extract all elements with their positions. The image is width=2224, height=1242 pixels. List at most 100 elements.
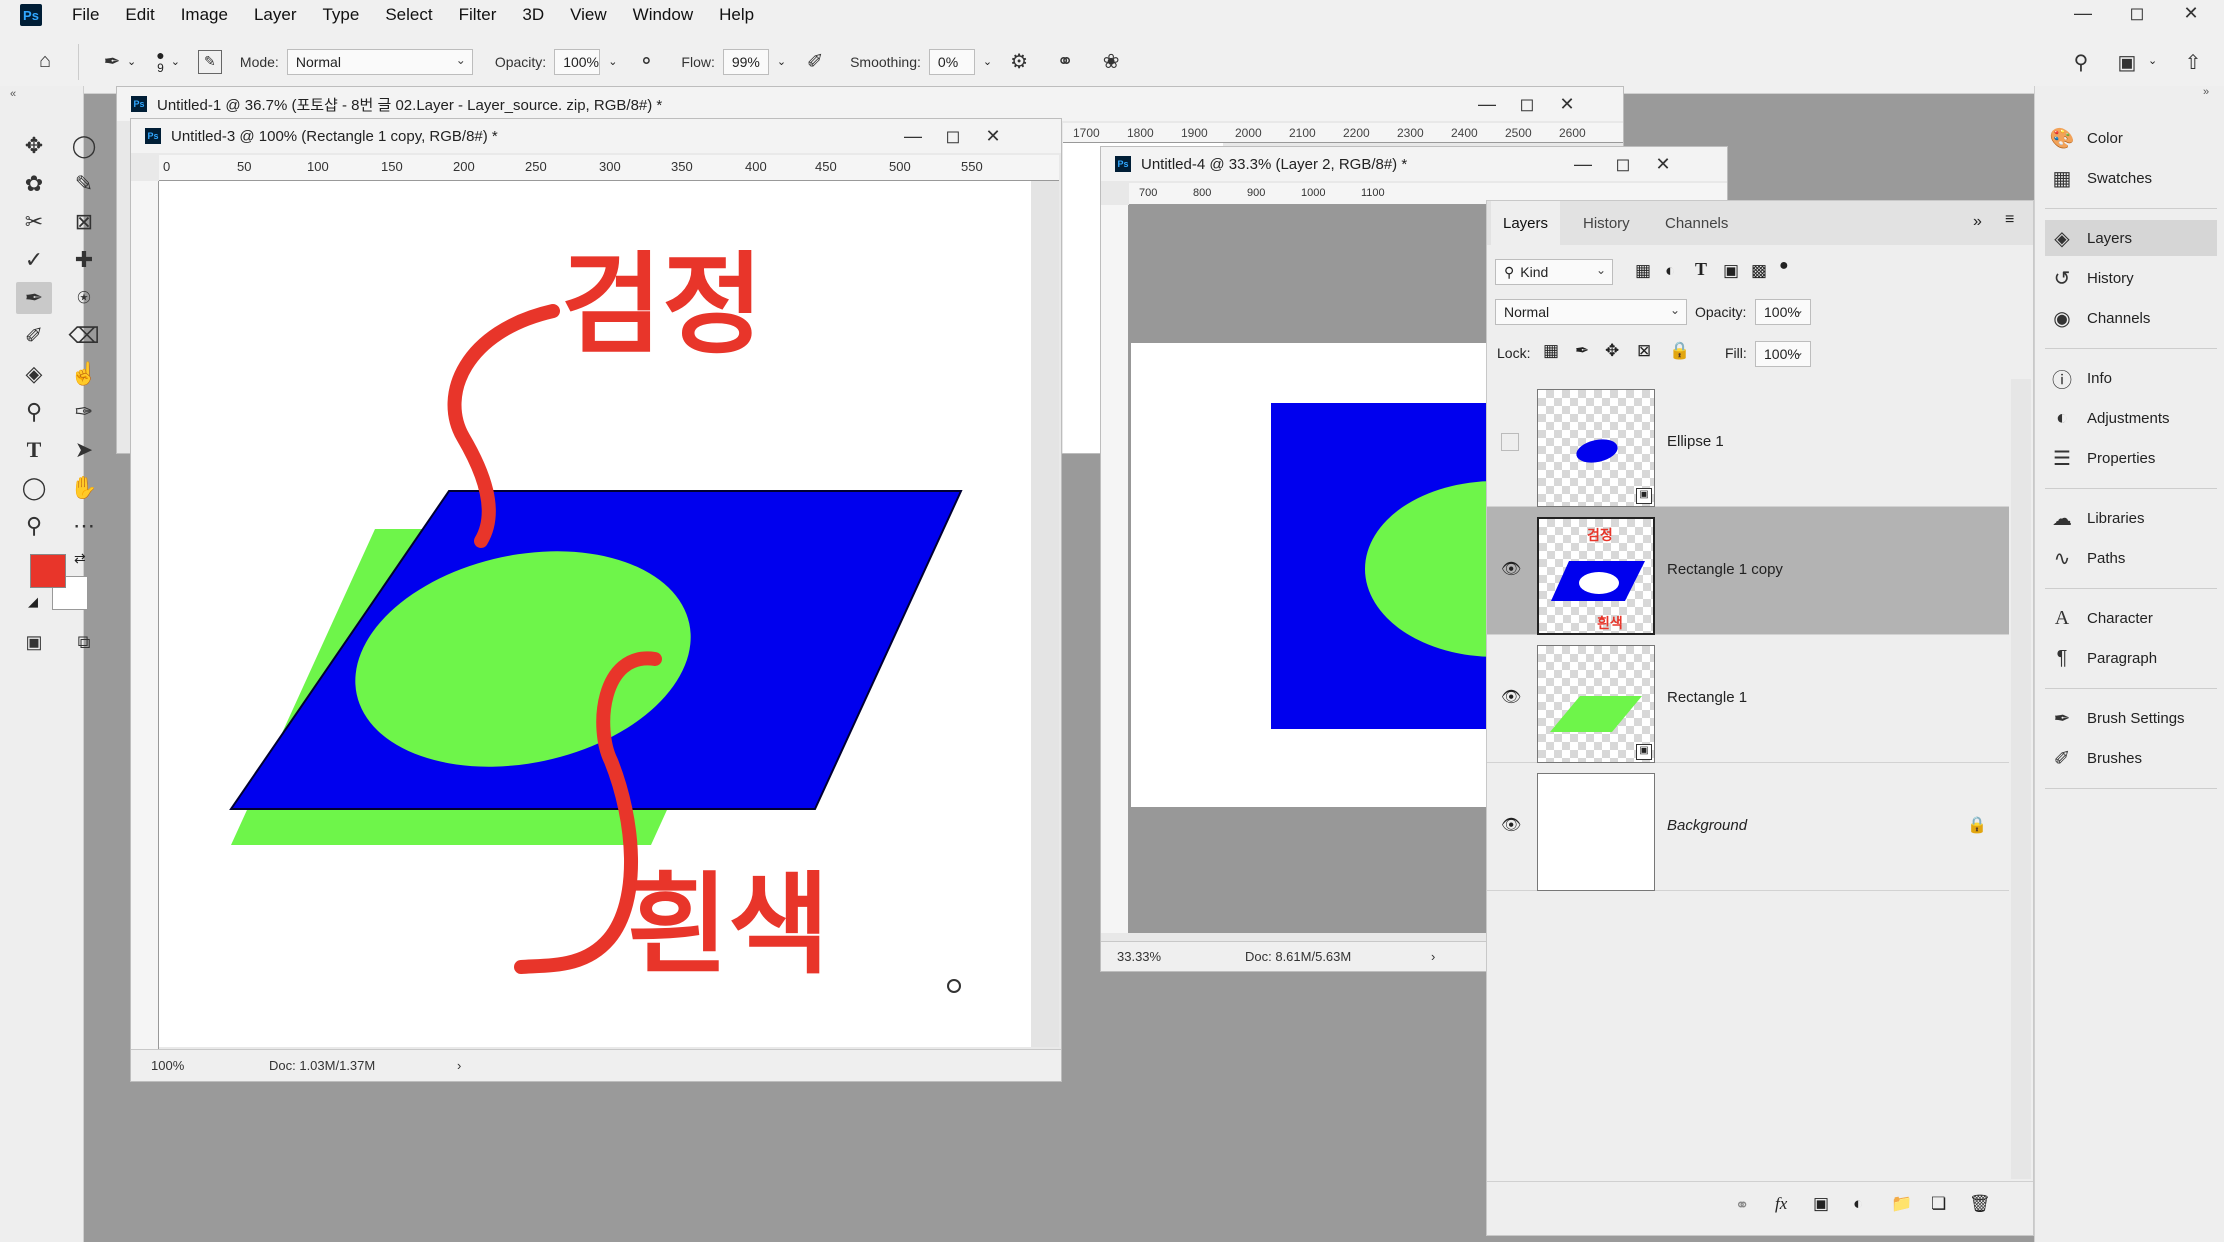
- type-filter-icon[interactable]: T: [1695, 259, 1707, 280]
- home-icon[interactable]: ⌂: [30, 47, 60, 77]
- layer-name[interactable]: Rectangle 1 copy: [1667, 561, 1783, 578]
- airbrush-icon[interactable]: ✐: [800, 47, 830, 77]
- screen-mode-icon[interactable]: ⧉: [66, 626, 102, 658]
- menu-filter[interactable]: Filter: [459, 5, 497, 25]
- stamp-tool-icon[interactable]: ⍟: [66, 282, 102, 314]
- minimize-icon[interactable]: —: [1467, 87, 1507, 121]
- layer-filter-select[interactable]: ⚲ Kind ⌄: [1495, 259, 1613, 285]
- dock-character[interactable]: A Character: [2045, 600, 2217, 636]
- menu-window[interactable]: Window: [633, 5, 693, 25]
- tab-channels[interactable]: Channels: [1653, 201, 1740, 245]
- panel-menu-icon[interactable]: ≡: [2005, 211, 2014, 229]
- fill-input[interactable]: 100% ⌄: [1755, 341, 1811, 367]
- dropdown-chevron-icon[interactable]: ⌄: [171, 55, 180, 68]
- collapse-panel-icon[interactable]: «: [10, 88, 16, 100]
- maximize-icon[interactable]: ◻: [933, 119, 973, 153]
- layer-name[interactable]: Background: [1667, 817, 1747, 834]
- quick-mask-icon[interactable]: ▣: [16, 626, 52, 658]
- dock-adjustments[interactable]: ◐ Adjustments: [2045, 400, 2217, 436]
- close-icon[interactable]: ✕: [973, 119, 1013, 153]
- dropdown-chevron-icon[interactable]: ⌄: [127, 55, 136, 68]
- lock-pixels-icon[interactable]: ✒: [1575, 341, 1589, 361]
- layer-row-rectangle-1[interactable]: 👁 ▣ Rectangle 1: [1487, 635, 2009, 763]
- pressure-opacity-icon[interactable]: ⚬: [631, 47, 661, 77]
- mode-select[interactable]: Normal ⌄: [286, 48, 473, 75]
- menu-image[interactable]: Image: [181, 5, 228, 25]
- dock-libraries[interactable]: ☁ Libraries: [2045, 500, 2217, 536]
- move-tool-icon[interactable]: ✥: [16, 130, 52, 162]
- pen-tool-icon[interactable]: ✑: [66, 396, 102, 428]
- dropdown-chevron-icon[interactable]: ⌄: [608, 55, 617, 68]
- layer-row-rectangle-1-copy[interactable]: 👁 검정 흰색 Rectangle 1 copy: [1487, 507, 2009, 635]
- collapse-dock-icon[interactable]: »: [2203, 86, 2209, 98]
- adjustment-layer-icon[interactable]: ◐: [1853, 1194, 1863, 1214]
- lock-all-icon[interactable]: 🔒: [1669, 341, 1690, 361]
- minimize-icon[interactable]: —: [893, 119, 933, 153]
- new-group-folder-icon[interactable]: 📁: [1891, 1194, 1912, 1214]
- symmetry-butterfly-icon[interactable]: ❀: [1096, 47, 1126, 77]
- maximize-icon[interactable]: ◻: [1603, 147, 1643, 181]
- chevron-right-icon[interactable]: ›: [1431, 949, 1435, 964]
- eye-icon[interactable]: 👁: [1501, 687, 1521, 707]
- layer-opacity-input[interactable]: 100% ⌄: [1755, 299, 1811, 325]
- fx-icon[interactable]: fx: [1775, 1194, 1787, 1214]
- dock-properties[interactable]: ☰ Properties: [2045, 440, 2217, 476]
- layer-row-background[interactable]: 👁 Background 🔒: [1487, 763, 2009, 891]
- dock-color[interactable]: 🎨 Color: [2045, 120, 2217, 156]
- brush-tool-icon[interactable]: ✒: [16, 282, 52, 314]
- healing-brush-tool-icon[interactable]: ✚: [66, 244, 102, 276]
- workspace-icon[interactable]: ▣: [2112, 47, 2142, 77]
- document-canvas[interactable]: 검정 흰색: [159, 181, 1031, 1047]
- frame-tool-icon[interactable]: ⊠: [66, 206, 102, 238]
- layers-scrollbar[interactable]: [2011, 379, 2031, 1179]
- maximize-icon[interactable]: ◻: [2110, 0, 2164, 26]
- zoom-level[interactable]: 100%: [151, 1058, 241, 1073]
- search-icon[interactable]: ⚲: [2066, 47, 2096, 77]
- minimize-icon[interactable]: —: [1563, 147, 1603, 181]
- tab-layers[interactable]: Layers: [1491, 201, 1561, 245]
- dock-channels[interactable]: ◉ Channels: [2045, 300, 2217, 336]
- dropdown-chevron-icon[interactable]: ⌄: [777, 55, 786, 68]
- chevron-right-icon[interactable]: ›: [457, 1058, 461, 1073]
- close-icon[interactable]: ✕: [2164, 0, 2218, 26]
- adjustment-filter-icon[interactable]: ◐: [1665, 261, 1675, 281]
- dock-swatches[interactable]: ▦ Swatches: [2045, 160, 2217, 196]
- trash-icon[interactable]: 🗑: [1969, 1194, 1991, 1214]
- shape-filter-icon[interactable]: ▣: [1723, 261, 1739, 281]
- smart-object-filter-icon[interactable]: ▩: [1751, 261, 1767, 281]
- tab-history[interactable]: History: [1571, 201, 1642, 245]
- pixel-filter-icon[interactable]: ▦: [1635, 261, 1651, 281]
- layer-row-ellipse-1[interactable]: ▣ Ellipse 1: [1487, 379, 2009, 507]
- ellipse-tool-icon[interactable]: ◯: [16, 472, 52, 504]
- dodge-tool-icon[interactable]: ⚲: [16, 396, 52, 428]
- smudge-tool-icon[interactable]: ☝: [66, 358, 102, 390]
- dropdown-chevron-icon[interactable]: ⌄: [983, 55, 992, 68]
- smoothing-input[interactable]: 0%: [928, 48, 975, 75]
- swap-colors-icon[interactable]: ⇄: [74, 550, 86, 567]
- zoom-level[interactable]: 33.33%: [1117, 949, 1217, 964]
- menu-select[interactable]: Select: [385, 5, 432, 25]
- brush-tool-preset-icon[interactable]: ✒: [97, 47, 127, 77]
- dock-history[interactable]: ↺ History: [2045, 260, 2217, 296]
- add-mask-icon[interactable]: ▣: [1813, 1194, 1829, 1214]
- brush-panel-toggle-icon[interactable]: ✎: [197, 49, 222, 74]
- paint-bucket-tool-icon[interactable]: ◈: [16, 358, 52, 390]
- share-icon[interactable]: ⇧: [2178, 47, 2208, 77]
- eye-icon[interactable]: 👁: [1501, 559, 1521, 579]
- eyedropper-tool-icon[interactable]: ✓: [16, 244, 52, 276]
- close-icon[interactable]: ✕: [1643, 147, 1683, 181]
- menu-file[interactable]: File: [72, 5, 99, 25]
- expand-panel-icon[interactable]: »: [1973, 213, 1982, 231]
- foreground-color-swatch-front[interactable]: [30, 554, 66, 588]
- marquee-tool-icon[interactable]: ◯: [66, 130, 102, 162]
- maximize-icon[interactable]: ◻: [1507, 87, 1547, 121]
- dock-layers[interactable]: ◈ Layers: [2045, 220, 2217, 256]
- filter-toggle-icon[interactable]: ●: [1779, 257, 1789, 275]
- layer-name[interactable]: Rectangle 1: [1667, 689, 1747, 706]
- link-layers-icon[interactable]: ⚭: [1735, 1196, 1749, 1216]
- document-window-untitled-3[interactable]: Ps Untitled-3 @ 100% (Rectangle 1 copy, …: [130, 118, 1062, 1082]
- lock-transparency-icon[interactable]: ▦: [1543, 341, 1559, 361]
- blend-mode-select[interactable]: Normal ⌄: [1495, 299, 1687, 325]
- menu-view[interactable]: View: [570, 5, 607, 25]
- close-icon[interactable]: ✕: [1547, 87, 1587, 121]
